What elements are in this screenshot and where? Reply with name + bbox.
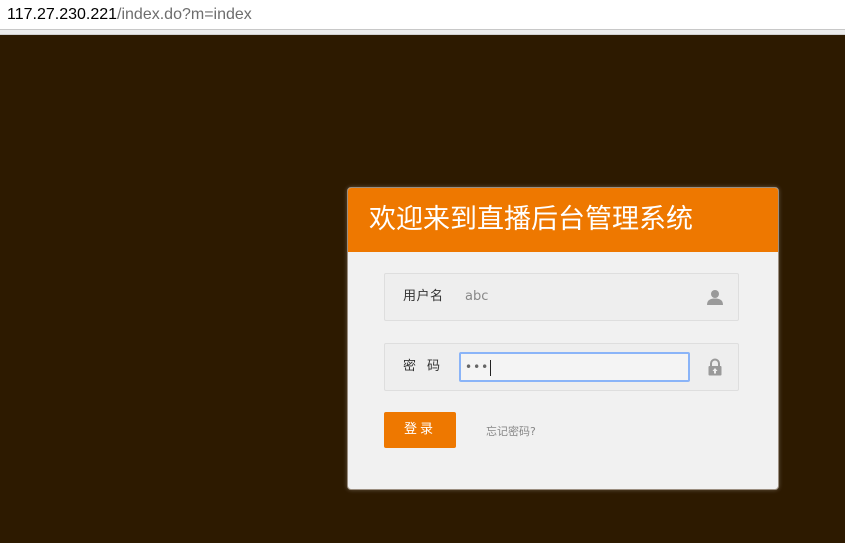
url-host: 117.27.230.221: [7, 6, 118, 23]
password-label: 密码: [403, 359, 452, 374]
password-field[interactable]: 密码 •••: [384, 343, 739, 391]
text-caret: [490, 359, 492, 376]
username-input[interactable]: abc: [465, 289, 488, 305]
login-panel: 欢迎来到直播后台管理系统 用户名 abc 密码 ••• 登录 忘记密码?: [347, 187, 779, 490]
url-path: /index.do?m=index: [117, 6, 252, 23]
login-header: 欢迎来到直播后台管理系统: [348, 188, 778, 252]
address-bar[interactable]: 117.27.230.221/index.do?m=index: [0, 0, 845, 30]
url-text[interactable]: 117.27.230.221/index.do?m=index: [7, 6, 252, 24]
lock-icon: [706, 358, 724, 376]
password-dots: •••: [465, 360, 490, 374]
username-field[interactable]: 用户名 abc: [384, 273, 739, 321]
toolbar-divider: [0, 30, 845, 35]
username-label: 用户名: [403, 289, 444, 304]
password-input[interactable]: •••: [459, 352, 690, 382]
page-title: 欢迎来到直播后台管理系统: [369, 204, 693, 235]
forgot-password-link[interactable]: 忘记密码?: [486, 425, 536, 439]
login-button[interactable]: 登录: [384, 412, 456, 448]
user-icon: [706, 288, 724, 306]
